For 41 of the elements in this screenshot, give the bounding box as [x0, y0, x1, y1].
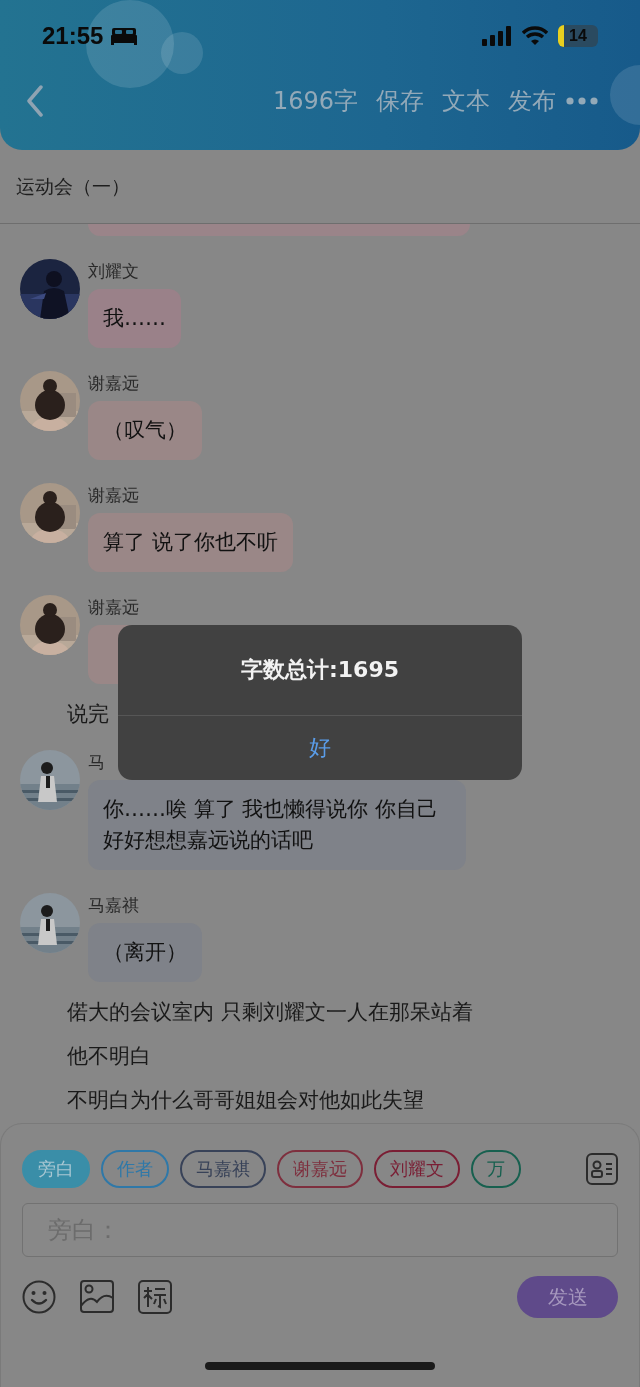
smiley-icon[interactable] [22, 1280, 56, 1314]
toolbar-action[interactable]: 保存 [376, 85, 424, 117]
message-bubble: （离开） [88, 923, 202, 982]
role-chip[interactable]: 谢嘉远 [277, 1150, 363, 1188]
toolbar-action[interactable]: 文本 [442, 85, 490, 117]
message-bubble: （叹气） [88, 401, 202, 460]
speaker-name: 谢嘉远 [88, 372, 139, 394]
message-bubble: 算了 说了你也不听 [88, 513, 293, 572]
role-chip[interactable]: 旁白 [22, 1150, 90, 1188]
message-bubble: 我…… [88, 289, 181, 348]
speaker-name: 谢嘉远 [88, 484, 139, 506]
narration-text: 不明白为什么哥哥姐姐会对他如此失望 [67, 1087, 425, 1114]
message-bubble: 你……唉 算了 我也懒得说你 你自己好好想想嘉远说的话吧 [88, 780, 466, 870]
speaker-name: 谢嘉远 [88, 596, 139, 618]
image-icon[interactable] [80, 1280, 114, 1314]
speaker-name: 马嘉祺 [88, 894, 139, 916]
speaker-name: 马 [88, 751, 105, 773]
wifi-icon [522, 26, 548, 46]
tag-icon[interactable] [138, 1280, 172, 1314]
battery-percent: 14 [569, 27, 587, 45]
status-time: 21:55 [42, 22, 104, 50]
role-chip[interactable]: 万 [471, 1150, 521, 1188]
alert-message: 字数总计:1695 [241, 656, 399, 684]
back-icon[interactable] [26, 85, 44, 117]
role-chip[interactable]: 刘耀文 [374, 1150, 460, 1188]
role-chip[interactable]: 马嘉祺 [180, 1150, 266, 1188]
ok-button[interactable]: 好 [118, 716, 522, 780]
signal-icon [482, 26, 512, 46]
narration-text: 他不明白 [67, 1043, 152, 1070]
battery-fill [558, 25, 564, 47]
narration-text: 说完 [67, 701, 110, 728]
contact-card-icon[interactable] [586, 1153, 618, 1185]
toolbar-action[interactable]: 发布 [508, 85, 556, 117]
bed-icon [111, 27, 138, 45]
speaker-name: 刘耀文 [88, 260, 139, 282]
toolbar-action[interactable]: 1696字 [272, 85, 358, 117]
chapter-title: 运动会（一） [16, 173, 130, 199]
narration-text: 偌大的会议室内 只剩刘耀文一人在那呆站着 [67, 999, 474, 1026]
bubble-decoration [610, 65, 640, 125]
send-button[interactable]: 发送 [517, 1276, 618, 1318]
more-icon[interactable] [566, 97, 598, 105]
